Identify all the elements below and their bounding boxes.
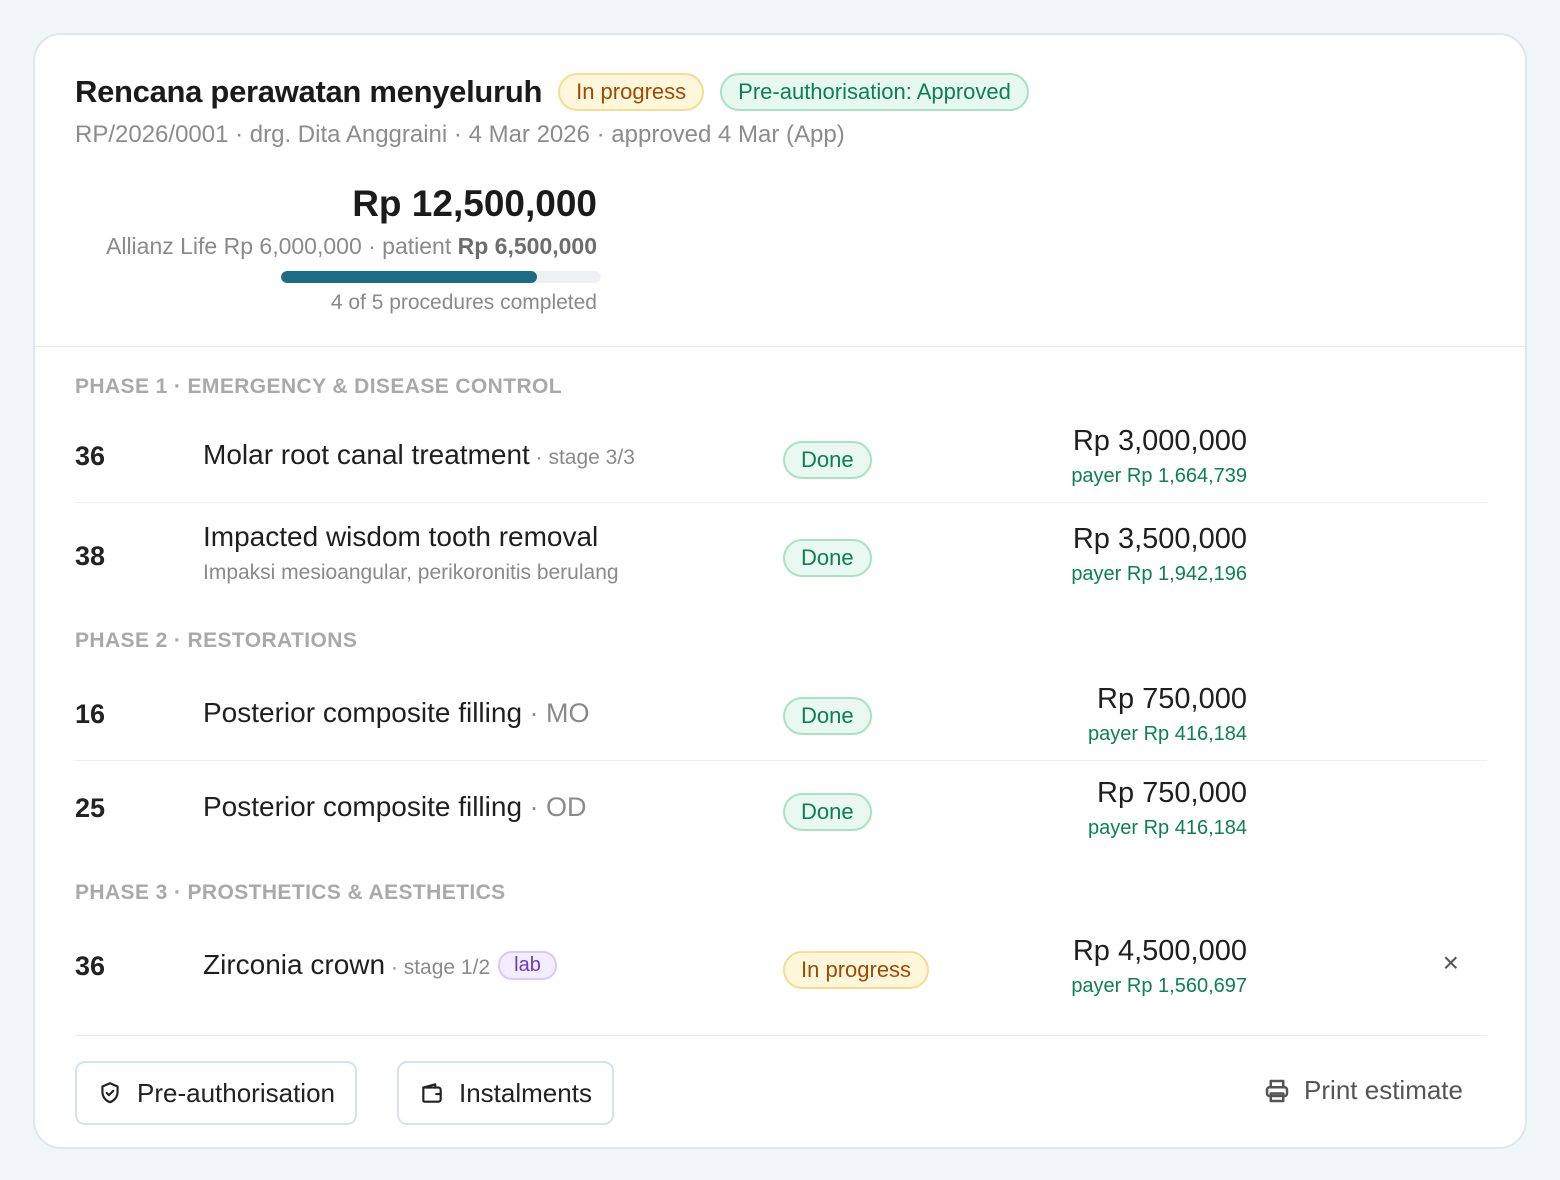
status-badge: Done (783, 793, 872, 831)
progress-fill (281, 271, 537, 283)
procedure-price: Rp 3,500,000 (1072, 523, 1247, 555)
procedure-row[interactable]: 36 Molar root canal treatment · stage 3/… (75, 415, 1487, 503)
plan-meta: RP/2026/0001 · drg. Dita Anggraini · 4 M… (75, 121, 845, 148)
treatment-plan-card: Rencana perawatan menyeluruh In progress… (33, 33, 1527, 1149)
tooth-number: 36 (75, 951, 106, 981)
close-icon[interactable]: × (1443, 947, 1459, 979)
procedure-modifier: · stage 1/2 (385, 956, 491, 979)
procedure-name: Molar root canal treatment · stage 3/3 (203, 439, 635, 471)
status-badge: In progress (783, 951, 930, 989)
payer-amount: payer Rp 1,560,697 (1071, 975, 1247, 997)
procedure-row[interactable]: 16 Posterior composite filling · MO Done… (75, 675, 1487, 761)
preauth-button[interactable]: Pre-authorisation (75, 1061, 357, 1125)
procedure-name: Posterior composite filling · OD (203, 791, 587, 823)
procedure-row[interactable]: 38 Impacted wisdom tooth removal Impaksi… (75, 505, 1487, 605)
title-row: Rencana perawatan menyeluruh In progress… (75, 73, 1029, 111)
procedure-price: Rp 750,000 (1097, 777, 1247, 809)
phase-1-label: PHASE 1 · EMERGENCY & DISEASE CONTROL (75, 375, 562, 398)
procedure-title: Zirconia crown (203, 949, 386, 980)
patient-share: Rp 6,500,000 (457, 233, 597, 259)
payer-amount: payer Rp 416,184 (1087, 817, 1247, 839)
procedure-name: Zirconia crown · stage 1/2 lab (203, 949, 557, 981)
phase-3-label: PHASE 3 · PROSTHETICS & AESTHETICS (75, 881, 506, 904)
print-estimate-button[interactable]: Print estimate (1262, 1075, 1463, 1106)
phase-2-label: PHASE 2 · RESTORATIONS (75, 629, 358, 652)
procedure-modifier: · MO (522, 698, 590, 728)
procedure-title: Molar root canal treatment (203, 439, 530, 470)
instalments-button[interactable]: Instalments (397, 1061, 614, 1125)
payer-amount: payer Rp 416,184 (1087, 723, 1247, 745)
payer-amount: payer Rp 1,942,196 (1071, 563, 1247, 585)
status-badge: Done (783, 539, 872, 577)
preauth-status-badge: Pre-authorisation: Approved (720, 73, 1029, 111)
tooth-number: 38 (75, 541, 106, 571)
plan-total: Rp 12,500,000 (352, 183, 597, 224)
payer-share: Allianz Life Rp 6,000,000 · patient (106, 233, 458, 259)
status-badge: Done (783, 697, 872, 735)
cost-split: Allianz Life Rp 6,000,000 · patient Rp 6… (106, 233, 597, 260)
print-estimate-label: Print estimate (1304, 1075, 1463, 1105)
tooth-number: 36 (75, 441, 106, 471)
progress-text: 4 of 5 procedures completed (330, 291, 597, 314)
plan-status-badge: In progress (558, 73, 705, 111)
instalments-button-label: Instalments (459, 1077, 592, 1108)
procedure-modifier: · OD (522, 792, 587, 822)
procedure-name: Impacted wisdom tooth removal (203, 521, 599, 552)
procedure-row[interactable]: 25 Posterior composite filling · OD Done… (75, 763, 1487, 855)
tooth-number: 25 (75, 793, 106, 823)
tooth-number: 16 (75, 699, 106, 729)
status-badge: Done (783, 441, 872, 479)
procedure-price: Rp 4,500,000 (1072, 935, 1247, 967)
procedure-modifier: · stage 3/3 (529, 446, 635, 469)
lab-tag: lab (498, 951, 557, 980)
shield-check-icon (101, 1082, 119, 1104)
plan-title: Rencana perawatan menyeluruh (75, 74, 543, 109)
footer-divider (75, 1035, 1487, 1036)
wallet-icon (422, 1083, 442, 1103)
progress-bar (281, 271, 601, 283)
payer-amount: payer Rp 1,664,739 (1071, 465, 1247, 487)
plan-header: Rencana perawatan menyeluruh In progress… (35, 35, 1525, 347)
printer-icon (1265, 1079, 1289, 1102)
procedure-price: Rp 3,000,000 (1072, 425, 1247, 457)
procedure-title: Posterior composite filling (203, 791, 523, 822)
procedure-price: Rp 750,000 (1097, 683, 1247, 715)
procedure-row[interactable]: 36 Zirconia crown · stage 1/2 lab In prog… (75, 925, 1487, 1025)
procedure-title: Posterior composite filling (203, 697, 523, 728)
preauth-button-label: Pre-authorisation (137, 1077, 335, 1108)
procedure-note: Impaksi mesioangular, perikoronitis beru… (203, 561, 619, 584)
procedure-name: Posterior composite filling · MO (203, 697, 590, 729)
